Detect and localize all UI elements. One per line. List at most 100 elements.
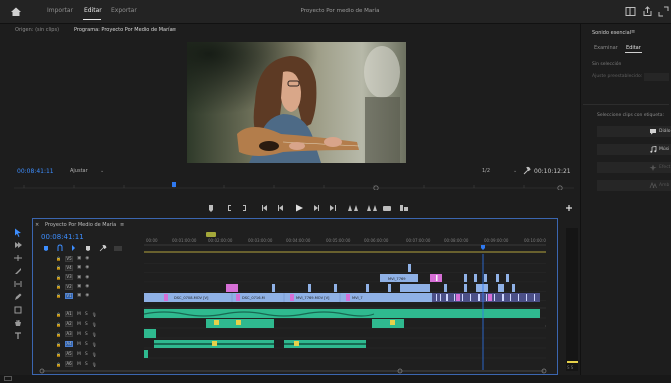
clip-a3-track[interactable] [144,329,156,338]
chevron-down-icon[interactable]: ⌄ [100,168,104,174]
solo-icon[interactable]: S [85,312,88,317]
solo-icon[interactable]: S [85,362,88,367]
timeline-timecode[interactable]: 00:08:41:11 [41,233,84,241]
tab-importar[interactable]: Importar [47,7,73,14]
monitor-playhead[interactable] [172,182,176,187]
essential-sound-menu-icon[interactable]: ≡ [631,29,635,35]
track-target-a2[interactable]: A2 [64,321,73,327]
fullscreen-icon[interactable] [658,6,669,17]
music-button[interactable]: Músi [597,144,671,155]
clip-label[interactable]: MVI_7769.MOV [V] [296,296,330,300]
zoom-fit-select[interactable]: Ajustar [70,168,88,174]
eye-icon[interactable]: ◉ [85,256,89,261]
wrench-icon[interactable] [522,166,531,175]
lock-icon[interactable]: 🔒 [56,312,61,317]
tab-program-monitor[interactable]: Programa: Proyecto Por Medio de María [74,27,173,33]
track-target-v2[interactable]: V2 [64,283,73,290]
track-target-a5[interactable]: A5 [64,351,73,357]
track-target-v5[interactable]: V5 [64,255,73,262]
clip-label[interactable]: MVI_7769 [388,277,406,281]
eye-icon[interactable]: ◉ [85,275,89,280]
lock-icon[interactable]: 🔒 [56,342,61,347]
microphone-icon[interactable]: 🎙 [92,352,97,357]
program-monitor-menu-icon[interactable]: ≡ [172,27,176,33]
workspaces-icon[interactable] [625,6,636,17]
audio-meter-solo-labels[interactable]: S S [567,365,573,370]
track-target-a4[interactable]: A4 [64,341,73,347]
close-sequence-icon[interactable]: × [35,222,39,228]
track-target-v3[interactable]: V3 [64,274,73,281]
microphone-icon[interactable]: 🎙 [92,332,97,337]
playback-resolution-select[interactable]: 1/2 [482,168,490,174]
clip-a1-track[interactable] [144,309,540,318]
sync-lock-icon[interactable]: ▣ [77,275,81,280]
solo-icon[interactable]: S [85,332,88,337]
quick-export-icon[interactable] [642,6,653,17]
dialogue-button[interactable]: Diálo [597,126,671,137]
microphone-icon[interactable]: 🎙 [92,362,97,367]
mute-icon[interactable]: M [77,322,81,327]
tab-examinar[interactable]: Examinar [594,45,618,51]
preset-select[interactable] [644,73,669,81]
hand-tool-icon[interactable] [12,317,24,329]
mute-icon[interactable]: M [77,362,81,367]
solo-icon[interactable]: S [85,342,88,347]
clip-label[interactable]: DSC_0708.MOV [V] [174,296,209,300]
playhead-handle[interactable] [481,245,485,250]
lock-icon[interactable]: 🔒 [56,332,61,337]
lock-icon[interactable]: 🔒 [56,256,61,261]
eye-icon[interactable]: ◉ [85,284,89,289]
track-target-a1[interactable]: A1 [64,311,73,317]
rectangle-tool-icon[interactable] [12,304,24,316]
sync-lock-icon[interactable]: ▣ [77,256,81,261]
tab-source-monitor[interactable]: Origen: (sin clips) [15,27,59,33]
sync-lock-icon[interactable]: ▣ [77,284,81,289]
lock-icon[interactable]: 🔒 [56,362,61,367]
clip-label[interactable]: DSC_0716.M [242,296,265,300]
lock-icon[interactable]: 🔒 [56,322,61,327]
solo-icon[interactable]: S [85,322,88,327]
mute-icon[interactable]: M [77,312,81,317]
track-target-v1[interactable]: V1 [64,292,73,299]
work-area-bar[interactable] [206,232,216,237]
microphone-icon[interactable]: 🎙 [92,312,97,317]
clip-a4-track[interactable] [154,340,366,348]
lock-icon[interactable]: 🔒 [56,284,61,289]
eye-icon[interactable]: ◉ [85,265,89,270]
ambience-button[interactable]: Amb [597,180,671,191]
sequence-menu-icon[interactable]: ≡ [120,222,124,228]
sync-lock-icon[interactable]: ▣ [77,265,81,270]
mute-icon[interactable]: M [77,332,81,337]
timeline-horizontal-scrollbar[interactable] [38,368,548,374]
track-target-a3[interactable]: A3 [64,331,73,337]
sfx-button[interactable]: Efect [597,162,671,173]
slip-tool-icon[interactable] [12,278,24,290]
track-target-v4[interactable]: V4 [64,264,73,271]
monitor-time-ruler[interactable] [14,181,574,190]
razor-tool-icon[interactable] [12,265,24,277]
mute-icon[interactable]: M [77,352,81,357]
mute-icon[interactable]: M [77,342,81,347]
ripple-edit-tool-icon[interactable] [12,252,24,264]
solo-icon[interactable]: S [85,352,88,357]
sync-lock-icon[interactable]: ▣ [77,293,81,298]
lock-icon[interactable]: 🔒 [56,352,61,357]
lock-icon[interactable]: 🔒 [56,275,61,280]
microphone-icon[interactable]: 🎙 [92,342,97,347]
playhead-timecode[interactable]: 00:08:41:11 [17,168,54,175]
type-tool-icon[interactable] [12,330,24,342]
pen-tool-icon[interactable] [12,291,24,303]
selection-tool-icon[interactable] [12,226,24,238]
sequence-tab[interactable]: Proyecto Por Medio de María [45,222,116,228]
tab-editar[interactable]: Editar [84,7,102,14]
home-icon[interactable] [9,5,23,19]
timeline-tracks[interactable]: DSC_0708.MOV [V] DSC_0716.M MVI_7769.MOV [… [144,254,546,370]
clip-label[interactable]: MVI_7 [352,296,363,300]
tab-editar-sound[interactable]: Editar [626,45,641,51]
lock-icon[interactable]: 🔒 [56,293,61,298]
tab-exportar[interactable]: Exportar [111,7,137,14]
lock-icon[interactable]: 🔒 [56,265,61,270]
clip-a5-track[interactable] [144,350,148,358]
track-select-tool-icon[interactable] [12,239,24,251]
track-target-a6[interactable]: A6 [64,361,73,367]
